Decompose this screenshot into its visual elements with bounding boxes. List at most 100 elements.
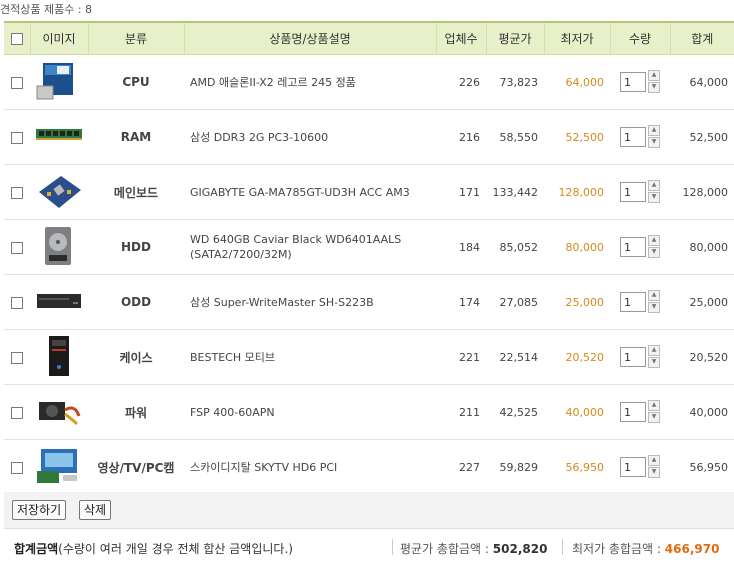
product-name-link[interactable]: 스카이디지탈 SKYTV HD6 PCI — [184, 439, 436, 495]
low-total-value: 466,970 — [664, 542, 720, 556]
qty-down-icon[interactable]: ▼ — [648, 192, 660, 203]
product-name-link[interactable]: BESTECH 모티브 — [184, 329, 436, 385]
avg-total-value: 502,820 — [492, 542, 548, 556]
product-name-link[interactable]: 삼성 DDR3 2G PC3-10600 — [184, 109, 436, 165]
category-cell: CPU — [88, 54, 184, 110]
select-cell — [4, 109, 30, 165]
action-bar: 저장하기 삭제 — [4, 492, 734, 529]
quantity-spinner: ▲ ▼ — [648, 345, 660, 369]
quantity-stepper: 1 ▲ ▼ — [620, 290, 660, 314]
hard-drive-icon[interactable] — [35, 225, 83, 267]
vendors-cell: 226 — [436, 54, 486, 110]
qty-up-icon[interactable]: ▲ — [648, 400, 660, 411]
quantity-stepper: 1 ▲ ▼ — [620, 125, 660, 149]
image-cell — [30, 164, 88, 220]
header-total: 합계 — [670, 21, 734, 55]
qty-up-icon[interactable]: ▲ — [648, 235, 660, 246]
avg-price-cell: 133,442 — [486, 164, 544, 220]
category-cell: 케이스 — [88, 329, 184, 385]
row-checkbox[interactable] — [11, 296, 23, 309]
low-price-cell: 52,500 — [544, 109, 610, 165]
quantity-spinner: ▲ ▼ — [648, 400, 660, 424]
estimate-table: 이미지 분류 상품명/상품설명 업체수 평균가 최저가 수량 합계 CPU AMD… — [4, 21, 734, 495]
summary-bar: 합계금액(수량이 여러 개일 경우 전체 합산 금액입니다.) 평균가 총합금액… — [4, 529, 734, 566]
quantity-input[interactable]: 1 — [620, 292, 646, 312]
select-cell — [4, 274, 30, 330]
save-button[interactable]: 저장하기 — [12, 500, 67, 520]
vendors-cell: 174 — [436, 274, 486, 330]
qty-down-icon[interactable]: ▼ — [648, 357, 660, 368]
row-checkbox[interactable] — [11, 461, 23, 474]
quantity-input[interactable]: 1 — [620, 182, 646, 202]
select-all-checkbox[interactable] — [10, 33, 23, 45]
qty-down-icon[interactable]: ▼ — [648, 247, 660, 258]
row-checkbox[interactable] — [11, 131, 23, 144]
select-cell — [4, 329, 30, 385]
qty-cell: 1 ▲ ▼ — [610, 109, 670, 165]
qty-up-icon[interactable]: ▲ — [648, 70, 660, 81]
tv-card-icon[interactable] — [35, 445, 83, 487]
qty-down-icon[interactable]: ▼ — [648, 82, 660, 93]
row-checkbox[interactable] — [11, 241, 23, 254]
quantity-spinner: ▲ ▼ — [648, 125, 660, 149]
quantity-input[interactable]: 1 — [620, 457, 646, 477]
total-cell: 52,500 — [670, 109, 734, 165]
quantity-input[interactable]: 1 — [620, 237, 646, 257]
qty-up-icon[interactable]: ▲ — [648, 125, 660, 136]
qty-down-icon[interactable]: ▼ — [648, 302, 660, 313]
qty-cell: 1 ▲ ▼ — [610, 329, 670, 385]
delete-button[interactable]: 삭제 — [79, 500, 112, 520]
qty-up-icon[interactable]: ▲ — [648, 180, 660, 191]
quantity-input[interactable]: 1 — [620, 402, 646, 422]
product-name-link[interactable]: AMD 애슬론II-X2 레고르 245 정품 — [184, 54, 436, 110]
row-checkbox[interactable] — [11, 76, 23, 89]
quantity-input[interactable]: 1 — [620, 72, 646, 92]
qty-cell: 1 ▲ ▼ — [610, 54, 670, 110]
low-total-label: 최저가 총합금액 : — [572, 542, 661, 556]
divider — [392, 539, 393, 555]
vendors-cell: 184 — [436, 219, 486, 275]
category-cell: ODD — [88, 274, 184, 330]
row-checkbox[interactable] — [11, 186, 23, 199]
row-checkbox[interactable] — [11, 406, 23, 419]
product-name-link[interactable]: WD 640GB Caviar Black WD6401AALS (SATA2/… — [184, 219, 436, 275]
product-name-link[interactable]: 삼성 Super-WriteMaster SH-S223B — [184, 274, 436, 330]
qty-down-icon[interactable]: ▼ — [648, 412, 660, 423]
qty-down-icon[interactable]: ▼ — [648, 137, 660, 148]
cpu-box-icon[interactable] — [35, 60, 83, 102]
product-name-link[interactable]: GIGABYTE GA-MA785GT-UD3H ACC AM3 — [184, 164, 436, 220]
product-name-link[interactable]: FSP 400-60APN — [184, 384, 436, 440]
select-all-cell — [4, 21, 31, 55]
low-price-cell: 56,950 — [544, 439, 610, 495]
total-cell: 56,950 — [670, 439, 734, 495]
total-cell: 80,000 — [670, 219, 734, 275]
quantity-input[interactable]: 1 — [620, 347, 646, 367]
qty-up-icon[interactable]: ▲ — [648, 455, 660, 466]
quantity-spinner: ▲ ▼ — [648, 70, 660, 94]
total-cell: 20,520 — [670, 329, 734, 385]
select-cell — [4, 219, 30, 275]
qty-up-icon[interactable]: ▲ — [648, 345, 660, 356]
quantity-spinner: ▲ ▼ — [648, 455, 660, 479]
optical-drive-icon[interactable] — [35, 280, 83, 322]
row-checkbox[interactable] — [11, 351, 23, 364]
vendors-cell: 216 — [436, 109, 486, 165]
image-cell — [30, 274, 88, 330]
power-supply-icon[interactable] — [35, 390, 83, 432]
header-category: 분류 — [88, 21, 185, 55]
low-price-cell: 128,000 — [544, 164, 610, 220]
image-cell — [30, 384, 88, 440]
low-total: 최저가 총합금액 : 466,970 — [572, 540, 719, 557]
motherboard-icon[interactable] — [35, 170, 83, 212]
qty-up-icon[interactable]: ▲ — [648, 290, 660, 301]
ram-stick-icon[interactable] — [35, 115, 83, 157]
qty-down-icon[interactable]: ▼ — [648, 467, 660, 478]
pc-case-icon[interactable] — [35, 335, 83, 377]
header-qty: 수량 — [610, 21, 671, 55]
total-cell: 64,000 — [670, 54, 734, 110]
quantity-spinner: ▲ ▼ — [648, 235, 660, 259]
select-cell — [4, 54, 30, 110]
qty-cell: 1 ▲ ▼ — [610, 164, 670, 220]
quantity-input[interactable]: 1 — [620, 127, 646, 147]
low-price-cell: 25,000 — [544, 274, 610, 330]
